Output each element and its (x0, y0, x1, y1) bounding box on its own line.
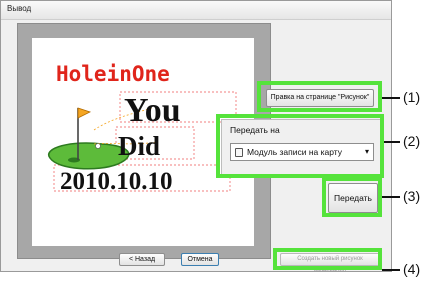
cancel-button[interactable]: Отмена (181, 253, 219, 266)
callout-line-3 (382, 196, 400, 198)
callout-label-3: (3) (403, 188, 421, 204)
design-line-4: 2010.10.10 (60, 168, 173, 195)
callout-label-4: (4) (403, 261, 421, 277)
highlight-4 (273, 248, 382, 270)
title-bar: Вывод (1, 1, 391, 20)
callout-line-4 (382, 269, 400, 271)
back-button[interactable]: < Назад (119, 253, 165, 266)
highlight-2 (216, 114, 384, 178)
design-line-3: Did (118, 131, 160, 161)
design-line-2: You (124, 92, 181, 129)
callout-line-1 (382, 97, 400, 99)
callout-label-2: (2) (403, 133, 421, 149)
design-line-1: HoleinOne (56, 62, 170, 86)
callout-label-1: (1) (403, 89, 421, 105)
highlight-3 (322, 177, 382, 217)
highlight-1 (257, 81, 382, 112)
window-title: Вывод (7, 4, 32, 13)
callout-line-2 (384, 141, 400, 143)
